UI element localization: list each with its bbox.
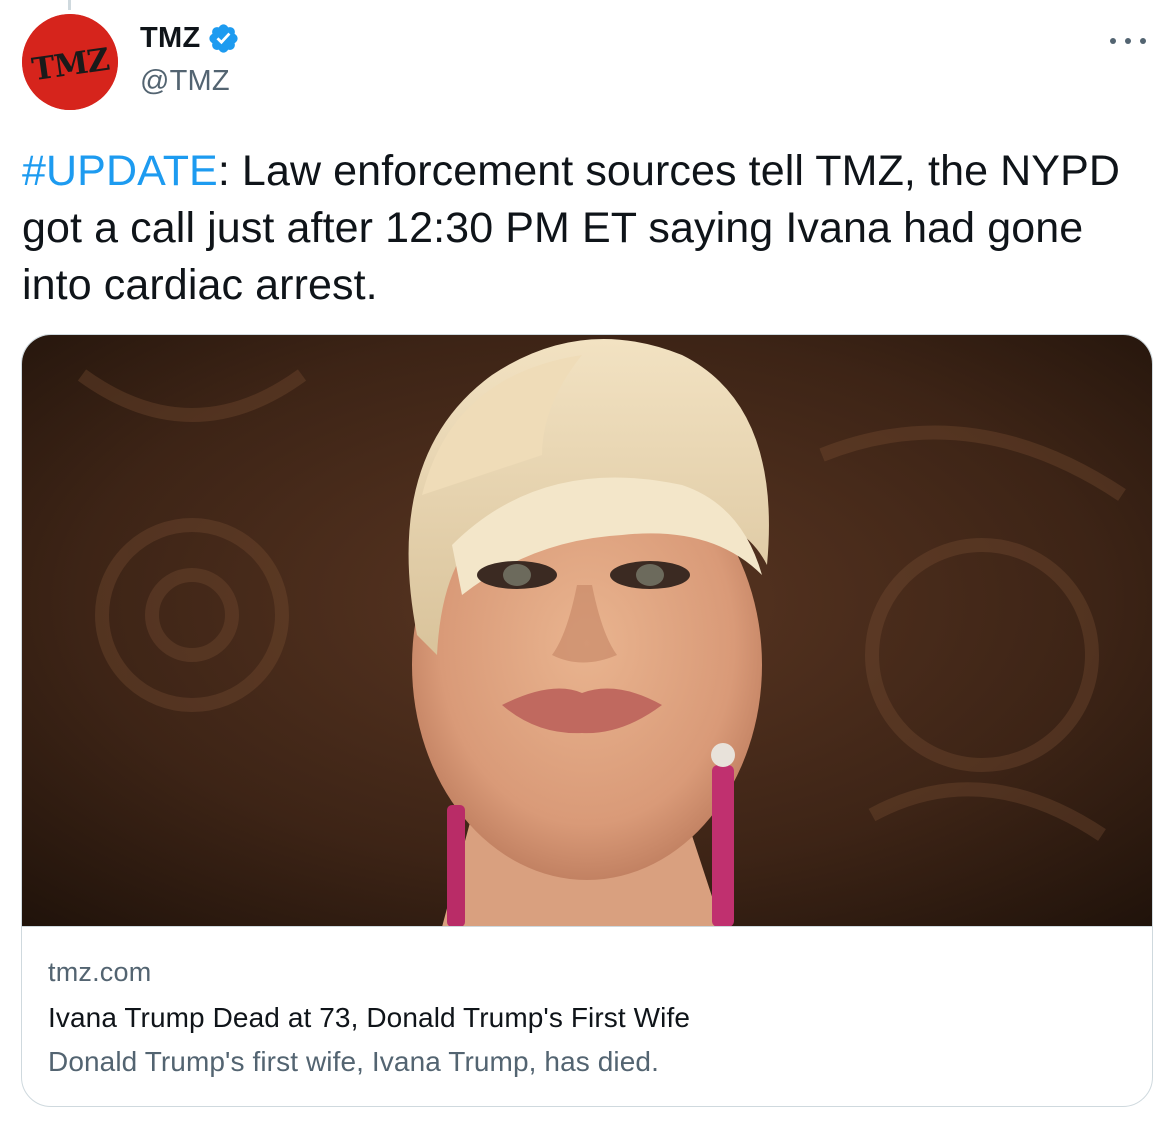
portrait-photo-image xyxy=(22,335,1152,926)
author-info: TMZ @TMZ xyxy=(140,22,240,98)
more-horizontal-icon xyxy=(1140,38,1146,44)
link-card[interactable]: tmz.com Ivana Trump Dead at 73, Donald T… xyxy=(21,334,1153,1107)
hashtag-link[interactable]: #UPDATE xyxy=(22,147,218,195)
card-description: Donald Trump's first wife, Ivana Trump, … xyxy=(48,1046,659,1077)
card-body[interactable]: tmz.com Ivana Trump Dead at 73, Donald T… xyxy=(48,957,1126,1078)
card-domain: tmz.com xyxy=(48,957,152,987)
card-image[interactable] xyxy=(22,335,1152,927)
tweet[interactable]: TMZ TMZ @TMZ #UPDATE: Law enforcement so… xyxy=(0,0,1168,1124)
more-options-button[interactable] xyxy=(1110,26,1146,56)
verified-badge-icon xyxy=(208,24,238,53)
card-title: Ivana Trump Dead at 73, Donald Trump's F… xyxy=(48,1002,691,1033)
tweet-text: #UPDATE: Law enforcement sources tell TM… xyxy=(22,143,1132,314)
display-name[interactable]: TMZ xyxy=(140,22,201,55)
more-horizontal-icon xyxy=(1110,38,1116,44)
more-horizontal-icon xyxy=(1125,38,1131,44)
avatar[interactable]: TMZ xyxy=(22,14,118,110)
handle[interactable]: @TMZ xyxy=(140,65,240,98)
tmz-logo-icon: TMZ xyxy=(22,14,118,110)
